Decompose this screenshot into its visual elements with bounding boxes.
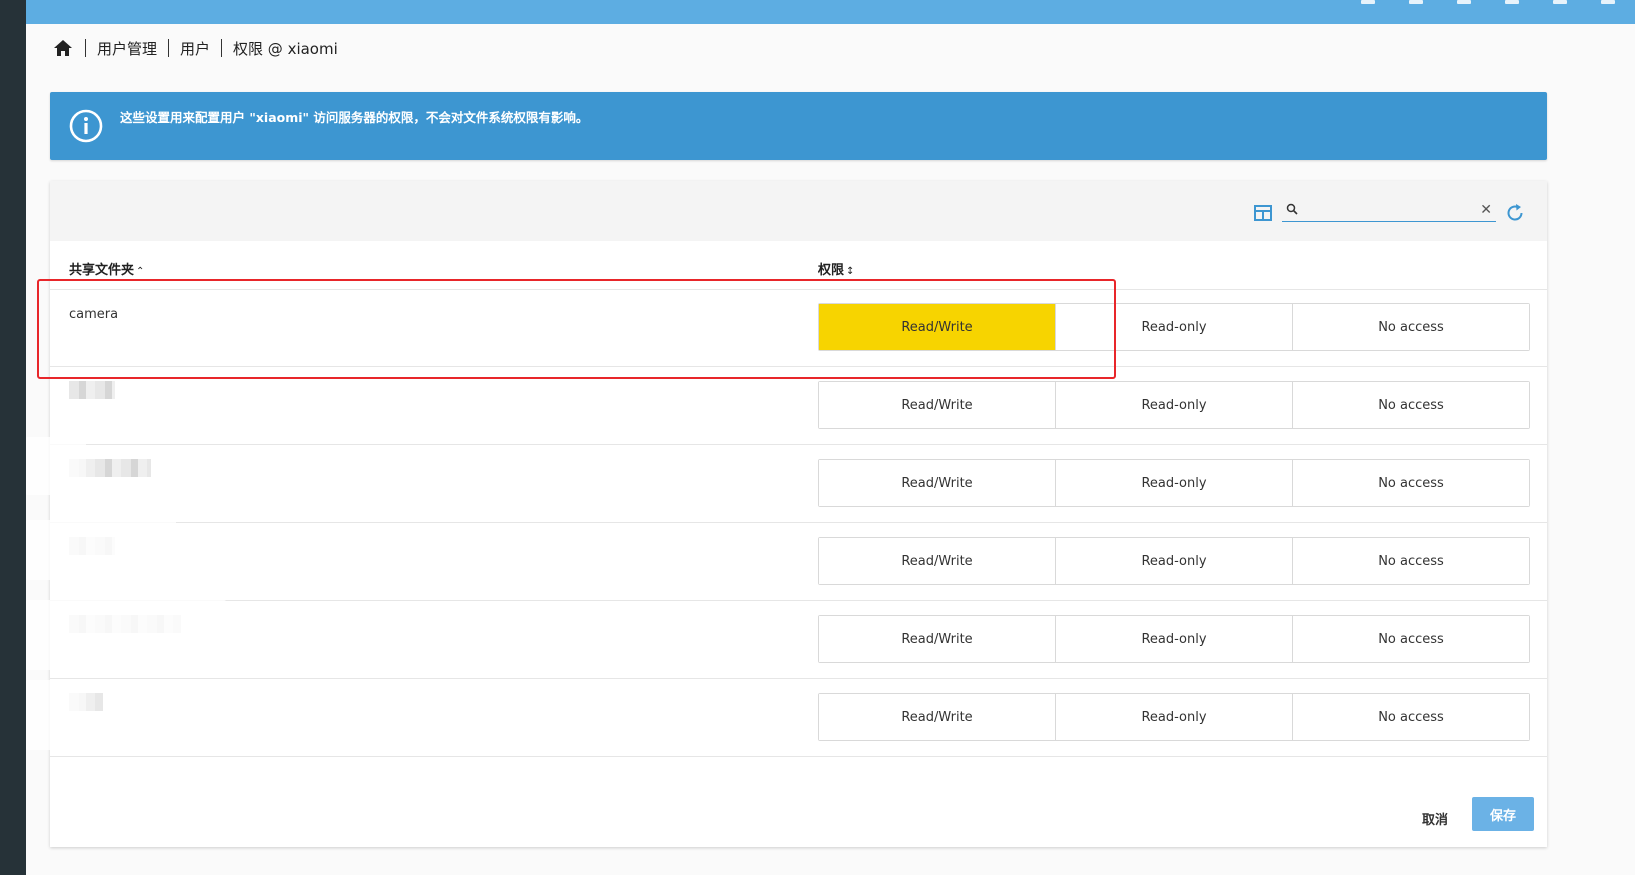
permission-toggle-group: Read/Write Read-only No access <box>818 615 1530 663</box>
table-row: Read/Write Read-only No access <box>50 367 1547 445</box>
topbar-icon[interactable] <box>1505 0 1519 4</box>
info-banner: 这些设置用来配置用户 "xiaomi" 访问服务器的权限，不会对文件系统权限有影… <box>50 92 1547 160</box>
table-row: Read/Write Read-only No access <box>50 523 1547 601</box>
search-input[interactable] <box>1304 201 1478 221</box>
column-header-label: 权限 <box>818 263 845 278</box>
permission-option-read-write[interactable]: Read/Write <box>819 382 1056 428</box>
permission-option-read-only[interactable]: Read-only <box>1056 382 1293 428</box>
permission-option-no-access[interactable]: No access <box>1293 382 1529 428</box>
topbar-icon[interactable] <box>1361 0 1375 4</box>
topbar-icon[interactable] <box>1553 0 1567 4</box>
table-row: camera Read/Write Read-only No access <box>50 289 1547 367</box>
permission-option-read-only[interactable]: Read-only <box>1056 694 1293 740</box>
redaction-overlay <box>26 600 226 670</box>
permission-option-no-access[interactable]: No access <box>1293 616 1529 662</box>
info-banner-text: 这些设置用来配置用户 "xiaomi" 访问服务器的权限，不会对文件系统权限有影… <box>120 109 589 125</box>
topbar-icon[interactable] <box>1457 0 1471 4</box>
permission-option-read-write[interactable]: Read/Write <box>819 538 1056 584</box>
table-row: Read/Write Read-only No access <box>50 445 1547 523</box>
permission-toggle-group: Read/Write Read-only No access <box>818 303 1530 351</box>
column-header-permission[interactable]: 权限 ↕ <box>818 259 854 278</box>
topbar-icon[interactable] <box>1601 0 1615 4</box>
permission-toggle-group: Read/Write Read-only No access <box>818 537 1530 585</box>
search-icon <box>1286 203 1298 215</box>
permissions-card: ✕ 共享文件夹 ⌃ 权限 ↕ camera Read/Write Read-only No… <box>50 181 1547 847</box>
permission-option-read-only[interactable]: Read-only <box>1056 460 1293 506</box>
table-row: Read/Write Read-only No access <box>50 679 1547 757</box>
table-row: Read/Write Read-only No access <box>50 601 1547 679</box>
cancel-button[interactable]: 取消 <box>1408 802 1462 834</box>
home-icon[interactable] <box>52 37 74 59</box>
permission-option-read-write[interactable]: Read/Write <box>819 616 1056 662</box>
main-content: 用户管理 用户 权限 @ xiaomi 这些设置用来配置用户 "xiaomi" … <box>26 24 1635 875</box>
redaction-overlay <box>26 520 176 580</box>
permission-option-no-access[interactable]: No access <box>1293 694 1529 740</box>
breadcrumb-current: 权限 @ xiaomi <box>233 39 338 58</box>
table-toolbar: ✕ <box>50 181 1547 241</box>
breadcrumb-separator <box>168 39 170 57</box>
permission-toggle-group: Read/Write Read-only No access <box>818 381 1530 429</box>
breadcrumb-separator <box>85 39 86 57</box>
breadcrumb: 用户管理 用户 权限 @ xiaomi <box>52 36 338 60</box>
sort-up-icon: ⌃ <box>136 266 145 277</box>
permission-option-read-only[interactable]: Read-only <box>1056 538 1293 584</box>
topbar-icon[interactable] <box>1409 0 1423 4</box>
info-icon <box>69 109 103 143</box>
permission-option-no-access[interactable]: No access <box>1293 538 1529 584</box>
redaction-overlay <box>26 680 86 750</box>
table-view-icon[interactable] <box>1254 205 1272 221</box>
shared-folder-name: camera <box>69 307 119 322</box>
clear-icon[interactable]: ✕ <box>1480 201 1492 219</box>
permission-option-read-only[interactable]: Read-only <box>1056 304 1293 350</box>
permission-option-read-write[interactable]: Read/Write <box>819 694 1056 740</box>
sort-icon: ↕ <box>846 266 855 277</box>
top-bar-icons <box>1361 0 1615 6</box>
search-box: ✕ <box>1282 201 1496 222</box>
redacted-folder-name <box>69 381 115 399</box>
left-panel-edge <box>0 0 26 875</box>
permission-option-no-access[interactable]: No access <box>1293 304 1529 350</box>
permission-option-read-only[interactable]: Read-only <box>1056 616 1293 662</box>
permission-option-read-write[interactable]: Read/Write <box>819 460 1056 506</box>
table-header: 共享文件夹 ⌃ 权限 ↕ <box>50 241 1547 290</box>
permission-toggle-group: Read/Write Read-only No access <box>818 459 1530 507</box>
refresh-icon[interactable] <box>1504 202 1526 224</box>
permission-option-no-access[interactable]: No access <box>1293 460 1529 506</box>
breadcrumb-separator <box>221 39 223 57</box>
column-header-label: 共享文件夹 <box>69 263 135 278</box>
redaction-overlay <box>26 437 86 495</box>
column-header-shared-folder[interactable]: 共享文件夹 ⌃ <box>69 259 144 278</box>
permission-option-read-write[interactable]: Read/Write <box>819 304 1056 350</box>
save-button[interactable]: 保存 <box>1472 797 1534 831</box>
breadcrumb-user-management[interactable]: 用户管理 <box>97 38 157 59</box>
breadcrumb-users[interactable]: 用户 <box>180 38 210 59</box>
permission-toggle-group: Read/Write Read-only No access <box>818 693 1530 741</box>
top-bar <box>26 0 1635 24</box>
